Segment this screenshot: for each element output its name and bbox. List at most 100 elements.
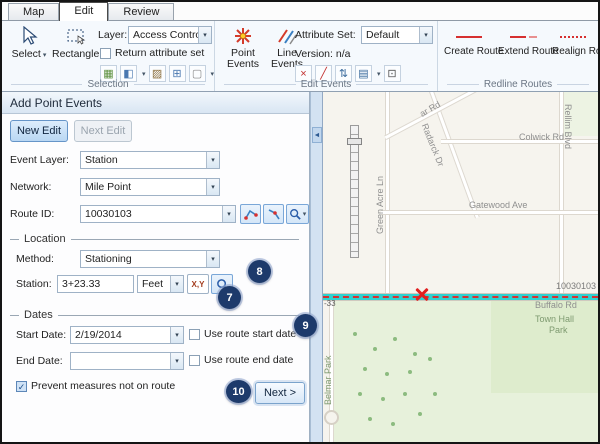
- xy-coordinates-button[interactable]: X,Y: [187, 274, 209, 294]
- dates-group-separator: Dates: [10, 309, 299, 321]
- tree-symbol: [368, 417, 372, 421]
- prevent-measures-checkbox[interactable]: ✓: [16, 381, 27, 392]
- select-tool-button[interactable]: Select▾: [8, 24, 50, 60]
- select-label: Select: [12, 48, 41, 60]
- return-attribute-set-checkbox-row[interactable]: Return attribute set: [100, 47, 204, 59]
- tree-symbol: [408, 370, 412, 374]
- prevent-measures-row[interactable]: ✓ Prevent measures not on route: [16, 380, 175, 392]
- new-edit-button[interactable]: New Edit: [10, 120, 68, 142]
- chevron-down-icon: ▾: [222, 206, 235, 222]
- route-number-label: 10030103: [556, 281, 596, 291]
- station-input[interactable]: 3+23.33: [57, 275, 134, 293]
- point-events-label-2: Events: [227, 58, 259, 70]
- tab-map[interactable]: Map: [8, 3, 59, 20]
- park-label-town-hall: Town Hall: [535, 314, 574, 324]
- rectangle-select-icon: [52, 24, 100, 48]
- use-route-start-row[interactable]: Use route start date: [189, 328, 296, 340]
- use-route-end-label: Use route end date: [204, 354, 293, 366]
- create-route-button[interactable]: Create Route: [444, 29, 494, 57]
- method-dropdown[interactable]: Stationing ▾: [80, 250, 220, 268]
- tree-symbol: [413, 352, 417, 356]
- tree-symbol: [363, 367, 367, 371]
- collapse-arrow-icon: ◄: [314, 132, 321, 139]
- return-attribute-set-checkbox[interactable]: [100, 48, 111, 59]
- method-label: Method:: [16, 253, 54, 265]
- use-route-end-checkbox[interactable]: [189, 355, 200, 366]
- use-route-end-row[interactable]: Use route end date: [189, 354, 293, 366]
- point-events-button[interactable]: PointEvents: [223, 24, 263, 70]
- layer-dropdown-value: Access Control: [129, 29, 198, 41]
- layer-dropdown[interactable]: Access Control ▾: [128, 26, 212, 44]
- street-label-green-acre: Green Acre Ln: [375, 164, 385, 234]
- chevron-down-icon: ▾: [211, 70, 215, 78]
- location-group-label: Location: [24, 233, 66, 245]
- callout-9: 9: [294, 314, 317, 337]
- panel-splitter[interactable]: ◄: [310, 92, 323, 442]
- tree-symbol: [391, 422, 395, 426]
- tree-symbol: [433, 392, 437, 396]
- route-id-combo[interactable]: 10030103 ▾: [80, 205, 236, 223]
- street-label-colwick: Colwick Rd: [519, 132, 564, 142]
- units-value: Feet: [138, 278, 170, 290]
- tree-symbol: [381, 397, 385, 401]
- select-route-on-map-button[interactable]: [240, 204, 261, 224]
- return-attribute-set-label: Return attribute set: [115, 47, 204, 59]
- edit-events-group-label: Edit Events: [219, 79, 433, 90]
- xy-icon: X,Y: [192, 280, 205, 289]
- tree-symbol: [428, 357, 432, 361]
- route-id-value: 10030103: [81, 208, 222, 220]
- attribute-set-value: Default: [362, 29, 419, 41]
- panel-title: Add Point Events: [2, 92, 309, 114]
- zoom-slider-handle[interactable]: [347, 138, 362, 145]
- network-dropdown[interactable]: Mile Point ▾: [80, 178, 220, 196]
- start-date-value: 2/19/2014: [71, 329, 170, 341]
- point-events-icon: [223, 24, 263, 48]
- end-date-input[interactable]: ▾: [70, 352, 184, 370]
- chevron-down-icon: ▾: [170, 276, 183, 292]
- units-dropdown[interactable]: Feet ▾: [137, 275, 184, 293]
- ribbon-tabbar: Map Edit Review: [2, 2, 598, 21]
- realign-route-button[interactable]: Realign Route: [552, 29, 594, 57]
- callout-7: 7: [218, 286, 241, 309]
- route-search-button[interactable]: ▾: [286, 204, 309, 224]
- ribbon-group-selection: Select▾ Rectangle▾ Layer: Access Control…: [2, 21, 215, 91]
- next-button[interactable]: Next >: [255, 382, 305, 404]
- network-label: Network:: [10, 181, 51, 193]
- start-date-input[interactable]: 2/19/2014 ▾: [70, 326, 184, 344]
- street-label-gatewood: Gatewood Ave: [469, 200, 527, 210]
- tab-review[interactable]: Review: [108, 3, 174, 20]
- tree-symbol: [418, 412, 422, 416]
- route-measure-label: -33: [324, 299, 336, 308]
- end-date-label: End Date:: [16, 355, 63, 367]
- map-canvas[interactable]: ar Rd Colwick Rd Rellim Blvd Radarck Dr …: [323, 92, 598, 442]
- rectangle-tool-button[interactable]: Rectangle▾: [52, 24, 100, 60]
- network-value: Mile Point: [81, 181, 206, 193]
- event-layer-dropdown[interactable]: Station ▾: [80, 151, 220, 169]
- search-icon: [289, 208, 301, 220]
- tree-symbol: [385, 372, 389, 376]
- extend-route-button[interactable]: Extend Route: [498, 29, 548, 57]
- start-date-label: Start Date:: [16, 329, 66, 341]
- chevron-down-icon: ▾: [419, 27, 432, 43]
- street-label-rellim: Rellim Blvd: [563, 104, 573, 149]
- road-gatewood-ave: [381, 210, 598, 215]
- tab-edit[interactable]: Edit: [59, 2, 108, 21]
- chevron-down-icon: ▾: [198, 27, 211, 43]
- pick-route-button[interactable]: [263, 204, 284, 224]
- route-pick-icon: [267, 207, 281, 221]
- next-edit-button[interactable]: Next Edit: [74, 120, 132, 142]
- callout-10: 10: [226, 380, 251, 403]
- extend-route-label: Extend Route: [498, 46, 559, 57]
- collapse-panel-button[interactable]: ◄: [312, 127, 322, 143]
- location-group-separator: Location: [10, 233, 299, 245]
- redline-route-overlay: [323, 296, 598, 298]
- extend-route-icon: [498, 29, 548, 45]
- chevron-down-icon: ▾: [206, 179, 219, 195]
- use-route-start-checkbox[interactable]: [189, 329, 200, 340]
- prevent-measures-label: Prevent measures not on route: [31, 380, 175, 392]
- ribbon-group-edit-events: PointEvents LineEvents Attribute Set: De…: [215, 21, 438, 91]
- use-route-start-label: Use route start date: [204, 328, 296, 340]
- station-label: Station:: [16, 278, 52, 290]
- attribute-set-dropdown[interactable]: Default ▾: [361, 26, 433, 44]
- dates-group-label: Dates: [24, 309, 53, 321]
